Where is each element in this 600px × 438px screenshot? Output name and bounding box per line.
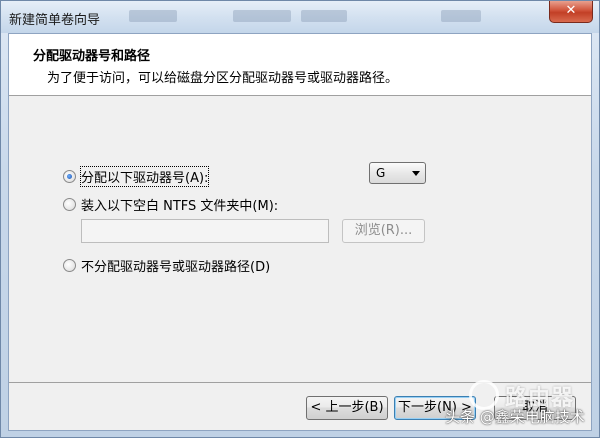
assign-letter-label[interactable]: 分配以下驱动器号(A): (79, 165, 210, 187)
wizard-content: 分配驱动器号和路径 为了便于访问，可以给磁盘分区分配驱动器号或驱动器路径。 分配… (8, 33, 592, 431)
drive-letter-value: G (376, 166, 386, 180)
browse-button[interactable]: 浏览(R)... (342, 219, 425, 243)
option-assign-letter[interactable]: 分配以下驱动器号(A): (63, 165, 210, 187)
no-assign-radio[interactable] (63, 258, 76, 272)
footer-divider (9, 382, 591, 383)
close-icon: ✕ (565, 3, 577, 18)
watermark-caption: 头条 @鑫荣电脑技术 (445, 408, 585, 426)
drive-letter-select[interactable]: G (369, 162, 426, 184)
mount-folder-label[interactable]: 装入以下空白 NTFS 文件夹中(M): (81, 195, 278, 214)
back-button[interactable]: < 上一步(B) (306, 396, 388, 420)
chevron-down-icon (412, 171, 420, 176)
title-bar-ghost (301, 10, 347, 22)
title-bar-ghost (129, 10, 177, 22)
folder-path-input[interactable] (81, 219, 329, 243)
page-title: 分配驱动器号和路径 (33, 49, 151, 64)
window-title: 新建简单卷向导 (9, 13, 101, 28)
option-no-assign[interactable]: 不分配驱动器号或驱动器路径(D) (63, 256, 270, 275)
wizard-window: 新建简单卷向导 ✕ 分配驱动器号和路径 为了便于访问，可以给磁盘分区分配驱动器号… (0, 0, 600, 438)
title-bar-ghost (233, 10, 291, 22)
close-button[interactable]: ✕ (549, 1, 593, 23)
title-bar-ghost (441, 10, 481, 22)
wizard-header: 分配驱动器号和路径 为了便于访问，可以给磁盘分区分配驱动器号或驱动器路径。 (9, 34, 591, 96)
title-bar[interactable]: 新建简单卷向导 ✕ (1, 1, 599, 33)
page-subtitle: 为了便于访问，可以给磁盘分区分配驱动器号或驱动器路径。 (47, 71, 399, 86)
option-mount-folder[interactable]: 装入以下空白 NTFS 文件夹中(M): (63, 195, 278, 214)
mount-folder-radio[interactable] (63, 197, 76, 211)
assign-letter-radio[interactable] (63, 169, 76, 183)
no-assign-label[interactable]: 不分配驱动器号或驱动器路径(D) (81, 256, 270, 275)
